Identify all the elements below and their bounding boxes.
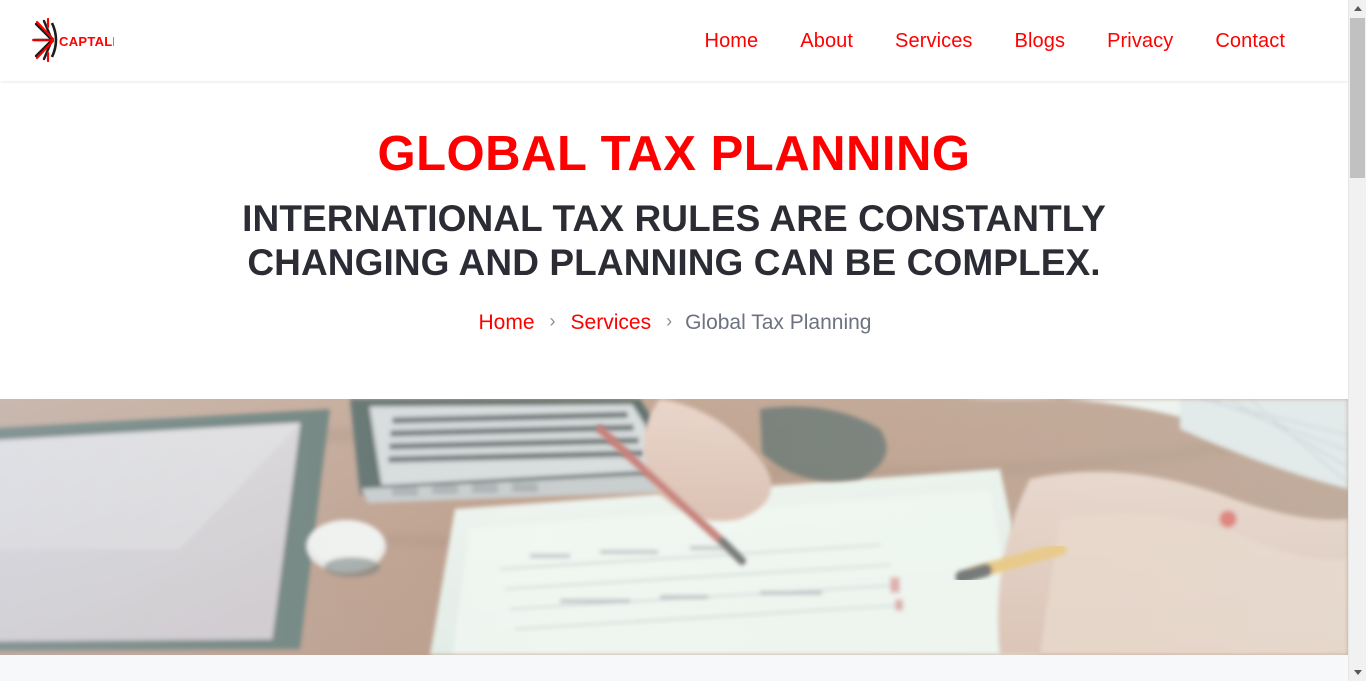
logo-wordmark: CAPTALINE	[59, 34, 114, 49]
nav-item-privacy[interactable]: Privacy	[1086, 23, 1194, 59]
main-navigation: Home About Services Blogs Privacy Contac…	[684, 0, 1306, 81]
below-banner-section	[0, 655, 1348, 681]
vertical-scrollbar[interactable]	[1348, 0, 1366, 681]
nav-item-contact[interactable]: Contact	[1194, 23, 1306, 59]
scrollbar-thumb[interactable]	[1350, 18, 1365, 178]
breadcrumb-item-current: Global Tax Planning	[685, 310, 872, 334]
breadcrumb-item-services[interactable]: Services	[569, 310, 654, 335]
chevron-down-icon	[1353, 670, 1362, 675]
breadcrumb: Home › Services › Global Tax Planning	[0, 310, 1348, 335]
page-content: CAPTALINE Home About Services Blogs Priv…	[0, 0, 1348, 681]
hero-banner-image	[0, 399, 1348, 656]
logo-mark-icon: CAPTALINE	[31, 17, 114, 63]
breadcrumb-item-home[interactable]: Home	[477, 310, 537, 335]
nav-item-blogs[interactable]: Blogs	[994, 23, 1087, 59]
banner-illustration	[0, 399, 1348, 656]
captaline-logo[interactable]: CAPTALINE	[22, 14, 114, 66]
chevron-up-icon	[1353, 6, 1362, 11]
nav-item-home[interactable]: Home	[684, 23, 780, 59]
nav-item-about[interactable]: About	[779, 23, 874, 59]
browser-viewport: CAPTALINE Home About Services Blogs Priv…	[0, 0, 1366, 681]
scroll-up-arrow-icon[interactable]	[1349, 0, 1366, 17]
page-subtitle: INTERNATIONAL TAX RULES ARE CONSTANTLY C…	[242, 197, 1106, 283]
breadcrumb-separator: ›	[666, 310, 673, 331]
page-title: GLOBAL TAX PLANNING	[377, 127, 971, 181]
breadcrumb-separator: ›	[549, 310, 556, 331]
scroll-down-arrow-icon[interactable]	[1349, 664, 1366, 681]
site-header: CAPTALINE Home About Services Blogs Priv…	[0, 0, 1348, 81]
hero-text-section: GLOBAL TAX PLANNING INTERNATIONAL TAX RU…	[0, 81, 1348, 336]
nav-item-services[interactable]: Services	[874, 23, 994, 59]
